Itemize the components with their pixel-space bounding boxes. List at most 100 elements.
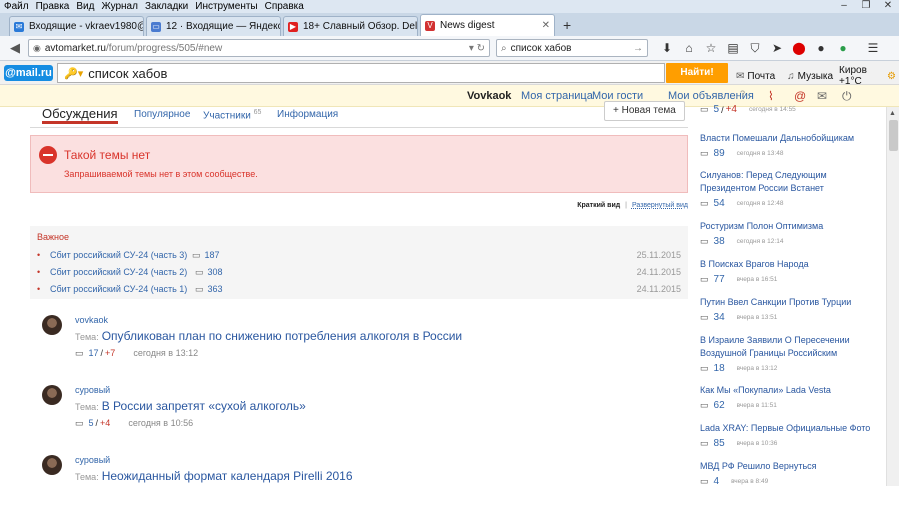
tab-bar: ✉ Входящие - vkraev1980@... ✕ ▭ 12 · Вхо…	[0, 13, 899, 36]
pinned-topic-title[interactable]: Сбит российский СУ-24 (часть 3)	[50, 250, 187, 260]
page-scrollbar[interactable]: ▲	[886, 107, 899, 486]
news-title[interactable]: Lada XRAY: Первые Официальные Фото	[700, 422, 880, 435]
news-count[interactable]: 85	[714, 438, 725, 449]
menu-icon[interactable]: ☰	[862, 39, 884, 57]
news-title[interactable]: МВД РФ Решило Вернуться	[700, 460, 880, 473]
shield-icon[interactable]: ⛉	[744, 39, 766, 57]
menu-bookmarks[interactable]: Закладки	[145, 1, 188, 12]
reload-icon[interactable]: ▾ ↻	[469, 43, 485, 54]
weather-link[interactable]: Киров +1°C	[839, 65, 881, 87]
pinned-topic-title[interactable]: Сбит российский СУ-24 (часть 2)	[50, 267, 187, 277]
settings-icon[interactable]: ⚙	[887, 71, 896, 82]
avatar[interactable]	[42, 455, 62, 475]
news-title[interactable]: Ростуризм Полон Оптимизма	[700, 220, 880, 233]
post-author[interactable]: суровый	[75, 455, 110, 465]
comments-count[interactable]: 17	[89, 348, 99, 358]
help-icon[interactable]: ?	[740, 89, 745, 99]
post-title[interactable]: Неожиданный формат календаря Pirelli 201…	[102, 469, 353, 483]
menu-history[interactable]: Журнал	[101, 1, 138, 12]
pinned-comments[interactable]: ▭ 187	[192, 250, 220, 261]
pinned-comments[interactable]: ▭ 308	[195, 267, 223, 278]
menu-edit[interactable]: Правка	[36, 1, 70, 12]
chat-icon[interactable]: ●	[810, 39, 832, 57]
url-bar[interactable]: ◉ avtomarket.ru /forum/progress/505/#new…	[28, 39, 490, 57]
browser-search-input[interactable]: ⌕ список хабов →	[496, 39, 648, 57]
news-title[interactable]: Силуанов: Перед Следующим Президентом Ро…	[700, 169, 880, 195]
tab-popular[interactable]: Популярное	[134, 109, 190, 120]
news-count[interactable]: 77	[714, 274, 725, 285]
news-count[interactable]: 62	[714, 400, 725, 411]
news-count[interactable]: 18	[714, 363, 725, 374]
short-view-link[interactable]: Краткий вид	[577, 202, 620, 209]
comment-icon: ▭	[75, 418, 84, 428]
new-topic-button[interactable]: + Новая тема	[604, 101, 685, 121]
news-title[interactable]: В Поисках Врагов Народа	[700, 258, 880, 271]
news-count[interactable]: 34	[714, 312, 725, 323]
news-count[interactable]: 38	[714, 236, 725, 247]
new-tab-button[interactable]: +	[563, 17, 571, 33]
news-title[interactable]: Как Мы «Покупали» Lada Vesta	[700, 384, 880, 397]
menu-view[interactable]: Вид	[76, 1, 94, 12]
tab-members[interactable]: Участники 65	[203, 109, 261, 121]
alert-text: Запрашиваемой темы нет в этом сообществе…	[64, 169, 258, 179]
avatar[interactable]	[42, 385, 62, 405]
close-icon[interactable]: ✕	[542, 20, 550, 31]
tab-yandex-mail[interactable]: ▭ 12 · Входящие — Яндекс.... ✕	[146, 16, 281, 36]
menu-file[interactable]: Файл	[4, 1, 29, 12]
extension-icon[interactable]: ●	[832, 39, 854, 57]
tab-discussions[interactable]: Обсуждения	[42, 106, 118, 124]
browser-search-value: список хабов	[510, 42, 572, 54]
mailru-logo[interactable]: @mail.ru	[4, 64, 53, 81]
new-comments-count[interactable]: +7	[105, 348, 115, 358]
pinned-date: 24.11.2015	[636, 284, 681, 294]
pinned-comments[interactable]: ▭ 363	[195, 284, 223, 295]
music-link[interactable]: Музыка	[798, 71, 833, 82]
comments-count[interactable]: 5	[89, 418, 94, 428]
back-icon[interactable]: ◀	[6, 39, 24, 57]
mail-link[interactable]: Почта	[747, 71, 775, 82]
find-button[interactable]: Найти!	[666, 63, 728, 83]
restore-icon[interactable]: ❐	[855, 0, 877, 12]
post-author[interactable]: суровый	[75, 385, 110, 395]
news-count[interactable]: 89	[714, 148, 725, 159]
news-title[interactable]: Власти Помешали Дальнобойщикам	[700, 132, 880, 145]
menu-tools[interactable]: Инструменты	[195, 1, 257, 12]
home-icon[interactable]: ⌂	[678, 39, 700, 57]
avatar[interactable]	[42, 315, 62, 335]
comment-icon: ▭	[700, 236, 709, 246]
tab-news-digest[interactable]: V News digest ✕	[420, 14, 555, 36]
topic-post: vovkaok Тема: Опубликован план по снижени…	[42, 315, 682, 373]
adblock-icon[interactable]: ⬤	[788, 39, 810, 57]
post-title[interactable]: В России запретят «сухой алкоголь»	[102, 399, 306, 413]
news-count[interactable]: 5	[714, 104, 720, 115]
my-page-link[interactable]: Моя страница	[521, 90, 593, 102]
site-identity-icon[interactable]: ◉	[33, 43, 41, 54]
search-go-icon[interactable]: →	[633, 43, 643, 54]
close-window-icon[interactable]: ✕	[877, 0, 899, 12]
news-count[interactable]: 4	[714, 476, 720, 487]
scrollbar-thumb[interactable]	[889, 120, 898, 151]
mailru-search-input[interactable]: 🔑▾ список хабов	[57, 63, 665, 83]
news-item: Власти Помешали Дальнобойщикам ▭ 89 сегодн…	[700, 132, 880, 159]
clipboard-icon[interactable]: ▤	[722, 39, 744, 57]
new-comments-count[interactable]: +4	[100, 418, 110, 428]
send-icon[interactable]: ➤	[766, 39, 788, 57]
search-icon: ⌕	[501, 42, 507, 54]
news-plus[interactable]: +4	[726, 104, 737, 115]
tab-info[interactable]: Информация	[277, 109, 338, 120]
download-icon[interactable]: ⬇	[656, 39, 678, 57]
news-count[interactable]: 54	[714, 198, 725, 209]
expanded-view-link[interactable]: Развернутый вид	[632, 202, 688, 209]
tab-mail-inbox[interactable]: ✉ Входящие - vkraev1980@... ✕	[9, 16, 144, 36]
post-author[interactable]: vovkaok	[75, 315, 108, 325]
tab-youtube[interactable]: ▶ 18+ Славный Обзор. Delic... ✕	[283, 16, 418, 36]
news-title[interactable]: В Израиле Заявили О Пересечении Воздушно…	[700, 334, 880, 360]
menu-help[interactable]: Справка	[265, 1, 304, 12]
minimize-icon[interactable]: –	[833, 0, 855, 12]
post-title[interactable]: Опубликован план по снижению потребления…	[102, 329, 462, 343]
username[interactable]: Vovkaok	[467, 90, 511, 102]
star-icon[interactable]: ☆	[700, 39, 722, 57]
pinned-topic-title[interactable]: Сбит российский СУ-24 (часть 1)	[50, 284, 187, 294]
news-title[interactable]: Путин Ввел Санкции Против Турции	[700, 296, 880, 309]
scroll-up-icon[interactable]: ▲	[889, 110, 896, 117]
